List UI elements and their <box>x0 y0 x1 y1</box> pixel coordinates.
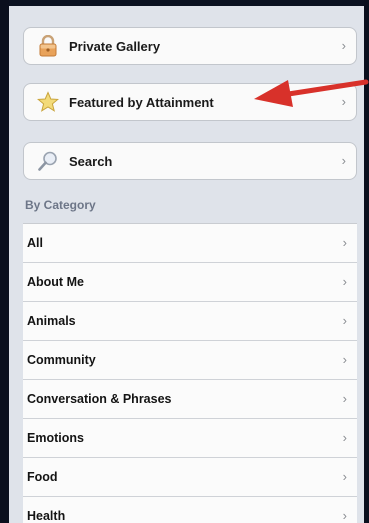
category-label: Emotions <box>27 431 84 445</box>
category-label: All <box>27 236 43 250</box>
lock-icon <box>37 35 59 57</box>
search-button[interactable]: Search › <box>23 142 357 180</box>
chevron-right-icon: › <box>342 430 347 446</box>
category-label: Conversation & Phrases <box>27 392 172 406</box>
magnifier-icon <box>37 150 59 172</box>
chevron-right-icon: › <box>342 469 347 485</box>
category-row-all[interactable]: All › <box>23 224 357 263</box>
chevron-right-icon: › <box>342 274 347 290</box>
category-row-food[interactable]: Food › <box>23 458 357 497</box>
chevron-right-icon: › <box>342 313 347 329</box>
chevron-right-icon: › <box>342 508 347 523</box>
category-list: All › About Me › Animals › Community › C… <box>23 223 357 523</box>
star-icon <box>37 91 59 113</box>
category-label: Animals <box>27 314 76 328</box>
category-label: Food <box>27 470 58 484</box>
category-row-community[interactable]: Community › <box>23 341 357 380</box>
category-row-animals[interactable]: Animals › <box>23 302 357 341</box>
category-label: Community <box>27 353 96 367</box>
category-row-conversation-phrases[interactable]: Conversation & Phrases › <box>23 380 357 419</box>
chevron-right-icon: › <box>342 352 347 368</box>
private-gallery-button[interactable]: Private Gallery › <box>23 27 357 65</box>
chevron-right-icon: › <box>342 391 347 407</box>
chevron-right-icon: › <box>341 94 346 110</box>
device-bezel-left <box>0 0 9 523</box>
chevron-right-icon: › <box>342 235 347 251</box>
featured-by-attainment-button[interactable]: Featured by Attainment › <box>23 83 357 121</box>
category-row-about-me[interactable]: About Me › <box>23 263 357 302</box>
device-bezel-right <box>364 0 369 523</box>
private-gallery-label: Private Gallery <box>69 38 161 54</box>
chevron-right-icon: › <box>341 38 346 54</box>
search-label: Search <box>69 153 113 169</box>
section-header-by-category: By Category <box>25 198 96 212</box>
category-label: Health <box>27 509 66 523</box>
app-screen: Private Gallery › Featured by Attainment… <box>0 0 369 523</box>
gallery-menu-panel: Private Gallery › Featured by Attainment… <box>9 6 364 523</box>
category-label: About Me <box>27 275 84 289</box>
featured-label: Featured by Attainment <box>69 94 214 110</box>
category-row-health[interactable]: Health › <box>23 497 357 523</box>
chevron-right-icon: › <box>341 153 346 169</box>
category-row-emotions[interactable]: Emotions › <box>23 419 357 458</box>
